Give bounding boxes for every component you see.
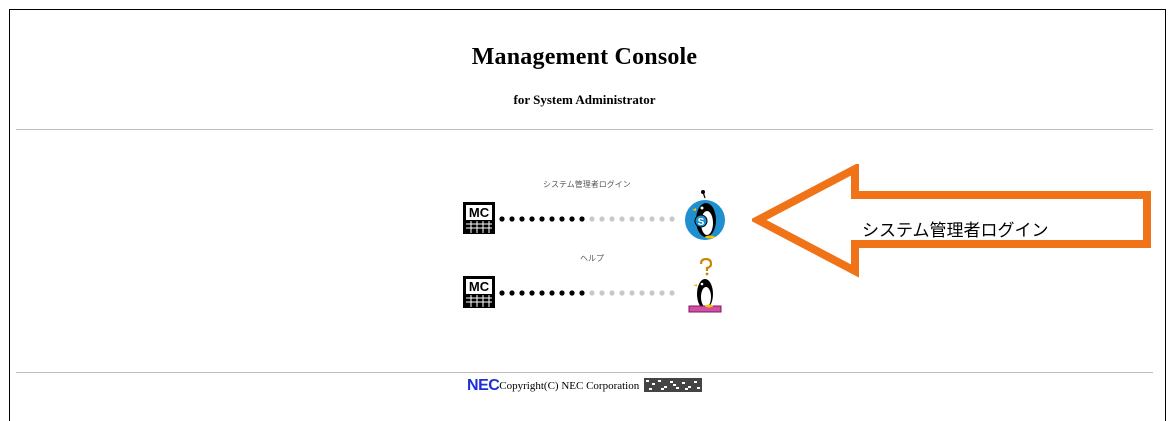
copyright-text: Copyright(C) NEC Corporation bbox=[499, 380, 640, 392]
svg-text:S: S bbox=[698, 217, 705, 228]
mc-logo-icon: MC bbox=[463, 276, 495, 308]
nec-logo: NEC bbox=[467, 377, 500, 394]
help-link[interactable]: MC bbox=[463, 258, 743, 314]
page-subtitle: for System Administrator bbox=[513, 92, 656, 107]
svg-text:MC: MC bbox=[469, 205, 490, 220]
mc-logo-icon: MC bbox=[463, 202, 495, 234]
progress-dots-icon bbox=[499, 216, 675, 222]
progress-dots-icon bbox=[499, 290, 675, 296]
footer: NECCopyright(C) NEC Corporation bbox=[0, 377, 1169, 395]
penguin-question-icon bbox=[688, 258, 722, 313]
menu-caption-help: ヘルプ bbox=[580, 254, 604, 263]
admin-login-link[interactable]: MC S bbox=[463, 190, 743, 240]
footer-divider bbox=[16, 372, 1153, 373]
menu-caption-admin-login: システム管理者ログイン bbox=[543, 180, 631, 189]
pattern-badge-icon bbox=[643, 378, 702, 392]
callout-label: システム管理者ログイン bbox=[862, 221, 1049, 241]
page-title: Management Console bbox=[471, 44, 698, 70]
svg-text:MC: MC bbox=[469, 279, 490, 294]
penguin-s-icon: S bbox=[685, 190, 725, 240]
header-divider bbox=[16, 129, 1153, 130]
